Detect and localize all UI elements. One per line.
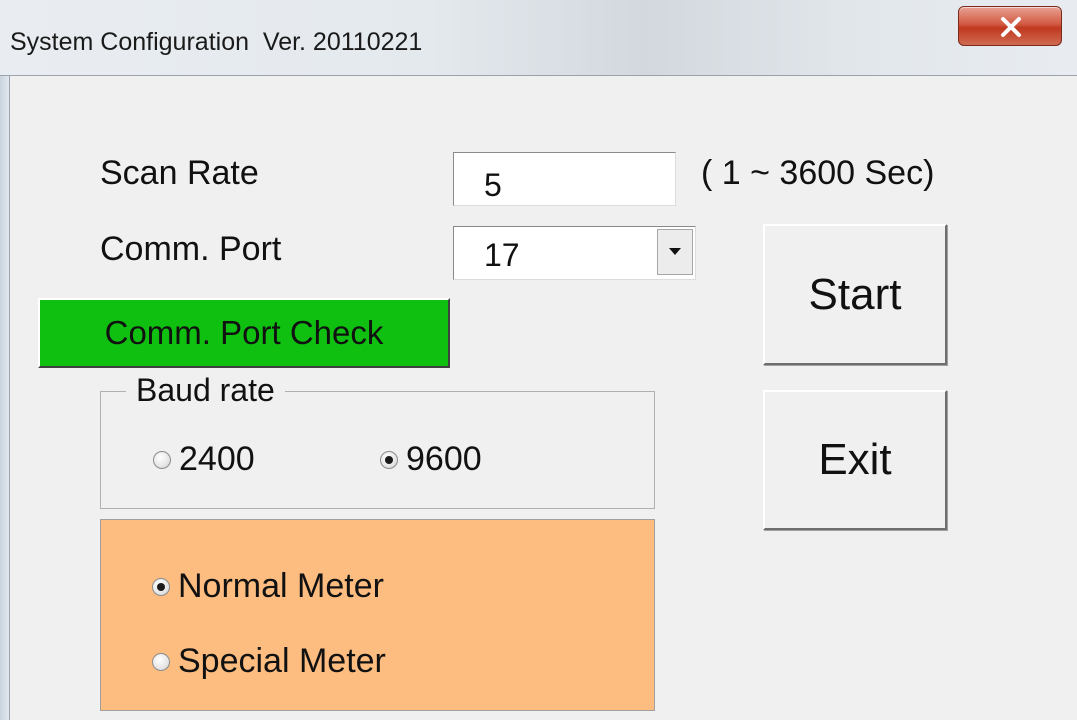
close-button[interactable] [958, 6, 1062, 46]
system-configuration-window: System Configuration Ver. 20110221 Scan … [0, 0, 1077, 720]
radio-checked-icon [152, 577, 170, 596]
start-button[interactable]: Start [763, 224, 947, 365]
baud-rate-2400-radio[interactable]: 2400 [153, 440, 255, 479]
window-title: System Configuration Ver. 20110221 [10, 28, 423, 56]
comm-port-select[interactable]: 17 [453, 226, 696, 280]
baud-rate-2400-label: 2400 [179, 440, 255, 478]
special-meter-label: Special Meter [178, 642, 386, 680]
normal-meter-label: Normal Meter [178, 567, 384, 605]
baud-rate-9600-label: 9600 [406, 440, 482, 478]
scan-rate-label: Scan Rate [100, 154, 259, 192]
comm-port-value: 17 [484, 237, 520, 273]
radio-checked-icon [380, 450, 398, 469]
comm-port-dropdown-button[interactable] [657, 229, 693, 275]
radio-unchecked-icon [152, 652, 170, 671]
scan-rate-range-hint: ( 1 ~ 3600 Sec) [701, 154, 935, 192]
baud-rate-legend: Baud rate [126, 372, 285, 409]
comm-port-check-button[interactable]: Comm. Port Check [38, 298, 450, 368]
comm-port-label: Comm. Port [100, 230, 282, 268]
baud-rate-9600-radio[interactable]: 9600 [380, 440, 482, 479]
chevron-down-icon [669, 248, 681, 255]
scan-rate-input[interactable]: 5 [453, 152, 676, 206]
close-icon [1001, 17, 1021, 37]
special-meter-radio[interactable]: Special Meter [152, 642, 386, 681]
radio-unchecked-icon [153, 450, 171, 469]
normal-meter-radio[interactable]: Normal Meter [152, 567, 384, 606]
title-bar[interactable]: System Configuration Ver. 20110221 [0, 0, 1077, 76]
window-frame-left [0, 76, 10, 720]
meter-type-panel [100, 519, 655, 711]
exit-button[interactable]: Exit [763, 390, 947, 530]
